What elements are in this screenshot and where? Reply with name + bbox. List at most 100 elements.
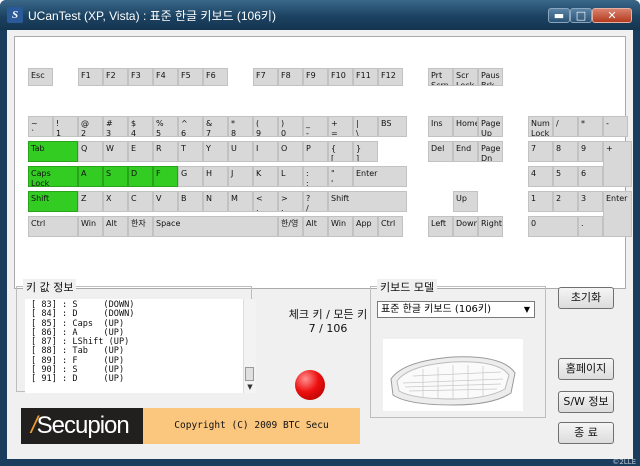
key-f4-4: F4: [153, 68, 178, 86]
key-sym-84: ? /: [303, 191, 328, 212]
key-7-54: 7: [528, 141, 553, 162]
exit-button[interactable]: 종 료: [558, 422, 614, 444]
scroll-down-arrow-icon[interactable]: ▼: [244, 382, 256, 393]
key-sym-16: ~ `: [28, 116, 53, 137]
key-1-87: 1: [528, 191, 553, 212]
minimize-button[interactable]: ▬: [548, 8, 570, 23]
key-caps-lock-58: Caps Lock: [28, 166, 78, 187]
key-s-60: S: [103, 166, 128, 187]
keyboard-model-select[interactable]: 표준 한글 키보드 (106키) ▼: [377, 301, 535, 318]
key-g-63: G: [178, 166, 203, 187]
key-page-up-33: Page Up: [478, 116, 503, 137]
key-w-40: W: [103, 141, 128, 162]
copyright-text: Copyright (C) 2009 BTC Secu: [174, 420, 329, 431]
key-sym-27: _ -: [303, 116, 328, 137]
key-m-81: M: [228, 191, 253, 212]
key-f3-3: F3: [128, 68, 153, 86]
key-ctrl-91: Ctrl: [28, 216, 78, 237]
key-6-22: ^ 6: [178, 116, 203, 137]
key-h-64: H: [203, 166, 228, 187]
key-8-55: 8: [553, 141, 578, 162]
key-sym-36: *: [578, 116, 603, 137]
key-한-영-96: 한/영: [278, 216, 303, 237]
key-sym-82: < ,: [253, 191, 278, 212]
key-sym-35: /: [553, 116, 578, 137]
key-scr-lock-14: Scr Lock: [453, 68, 478, 86]
key-z-75: Z: [78, 191, 103, 212]
key-4-71: 4: [528, 166, 553, 187]
key-8-24: * 8: [228, 116, 253, 137]
key-f1-1: F1: [78, 68, 103, 86]
key-down-102: Down: [453, 216, 478, 237]
maximize-button[interactable]: □: [570, 8, 592, 23]
key-sym-69: " ': [328, 166, 353, 187]
key-3-19: # 3: [103, 116, 128, 137]
key-app-99: App: [353, 216, 378, 237]
key-1-17: ! 1: [53, 116, 78, 137]
key-left-101: Left: [428, 216, 453, 237]
key-enter-90: Enter: [603, 191, 632, 237]
key-f11-11: F11: [353, 68, 378, 86]
key-v-78: V: [153, 191, 178, 212]
key-3-89: 3: [578, 191, 603, 212]
scroll-thumb[interactable]: [245, 367, 254, 381]
key-page-dn-53: Page Dn: [478, 141, 503, 162]
key-k-66: K: [253, 166, 278, 187]
key-f12-12: F12: [378, 68, 403, 86]
key-home-32: Home: [453, 116, 478, 137]
key-a-59: A: [78, 166, 103, 187]
key-7-23: & 7: [203, 116, 228, 137]
key-sym-29: | \: [353, 116, 378, 137]
key-sym-83: > .: [278, 191, 303, 212]
key-f6-6: F6: [203, 68, 228, 86]
key-i-46: I: [253, 141, 278, 162]
sw-info-button[interactable]: S/W 정보: [558, 391, 614, 413]
key-x-76: X: [103, 191, 128, 212]
key-2-88: 2: [553, 191, 578, 212]
close-button[interactable]: ✕: [592, 8, 632, 23]
keyboard-model-group: 키보드 모델 표준 한글 키보드 (106키) ▼: [370, 279, 546, 418]
key-sym-37: -: [603, 116, 628, 137]
key-f2-2: F2: [103, 68, 128, 86]
key-f8-8: F8: [278, 68, 303, 86]
key-5-21: % 5: [153, 116, 178, 137]
key-9-56: 9: [578, 141, 603, 162]
log-scrollbar[interactable]: ▼: [243, 299, 256, 393]
title-bar[interactable]: S UCanTest (XP, Vista) : 표준 한글 키보드 (106키…: [0, 0, 640, 30]
keyboard-model-title: 키보드 모델: [377, 279, 438, 295]
key-alt-93: Alt: [103, 216, 128, 237]
key-6-73: 6: [578, 166, 603, 187]
key-t-43: T: [178, 141, 203, 162]
key-end-52: End: [453, 141, 478, 162]
key-9-25: ( 9: [253, 116, 278, 137]
key-f9-9: F9: [303, 68, 328, 86]
key-y-44: Y: [203, 141, 228, 162]
key-sym-50: } ]: [353, 141, 378, 162]
key-log-list[interactable]: [ 83] : S (DOWN)[ 84] : D (DOWN)[ 85] : …: [25, 299, 256, 393]
key-sym-57: +: [603, 141, 632, 187]
key-prt-scrn-13: Prt Scrn: [428, 68, 453, 86]
key-f10-10: F10: [328, 68, 353, 86]
key-alt-97: Alt: [303, 216, 328, 237]
reset-button[interactable]: 초기화: [558, 287, 614, 309]
key-bs-30: BS: [378, 116, 407, 137]
homepage-button[interactable]: 홈페이지: [558, 358, 614, 380]
key-sym-28: + =: [328, 116, 353, 137]
key-ins-31: Ins: [428, 116, 453, 137]
key-paus-brk-15: Paus Brk: [478, 68, 503, 86]
key-sym-105: .: [578, 216, 603, 237]
key-info-title: 키 값 정보: [23, 279, 77, 295]
key-tab-38: Tab: [28, 141, 78, 162]
key-sym-49: { [: [328, 141, 353, 162]
key-2-18: @ 2: [78, 116, 103, 137]
app-logo-icon: S: [7, 7, 23, 23]
key-4-20: $ 4: [128, 116, 153, 137]
key-j-65: J: [228, 166, 253, 187]
secupion-logo: /Secupion: [21, 408, 143, 444]
key-d-61: D: [128, 166, 153, 187]
key-l-67: L: [278, 166, 303, 187]
keyboard-layout-panel: Esc F1 F2 F3 F4 F5 F6 F7 F8 F9 F10 F11 F12 Prt Scrn Sc…: [14, 36, 632, 289]
key-space-95: Space: [153, 216, 278, 237]
key-esc-0: Esc: [28, 68, 53, 86]
key-0-26: ) 0: [278, 116, 303, 137]
